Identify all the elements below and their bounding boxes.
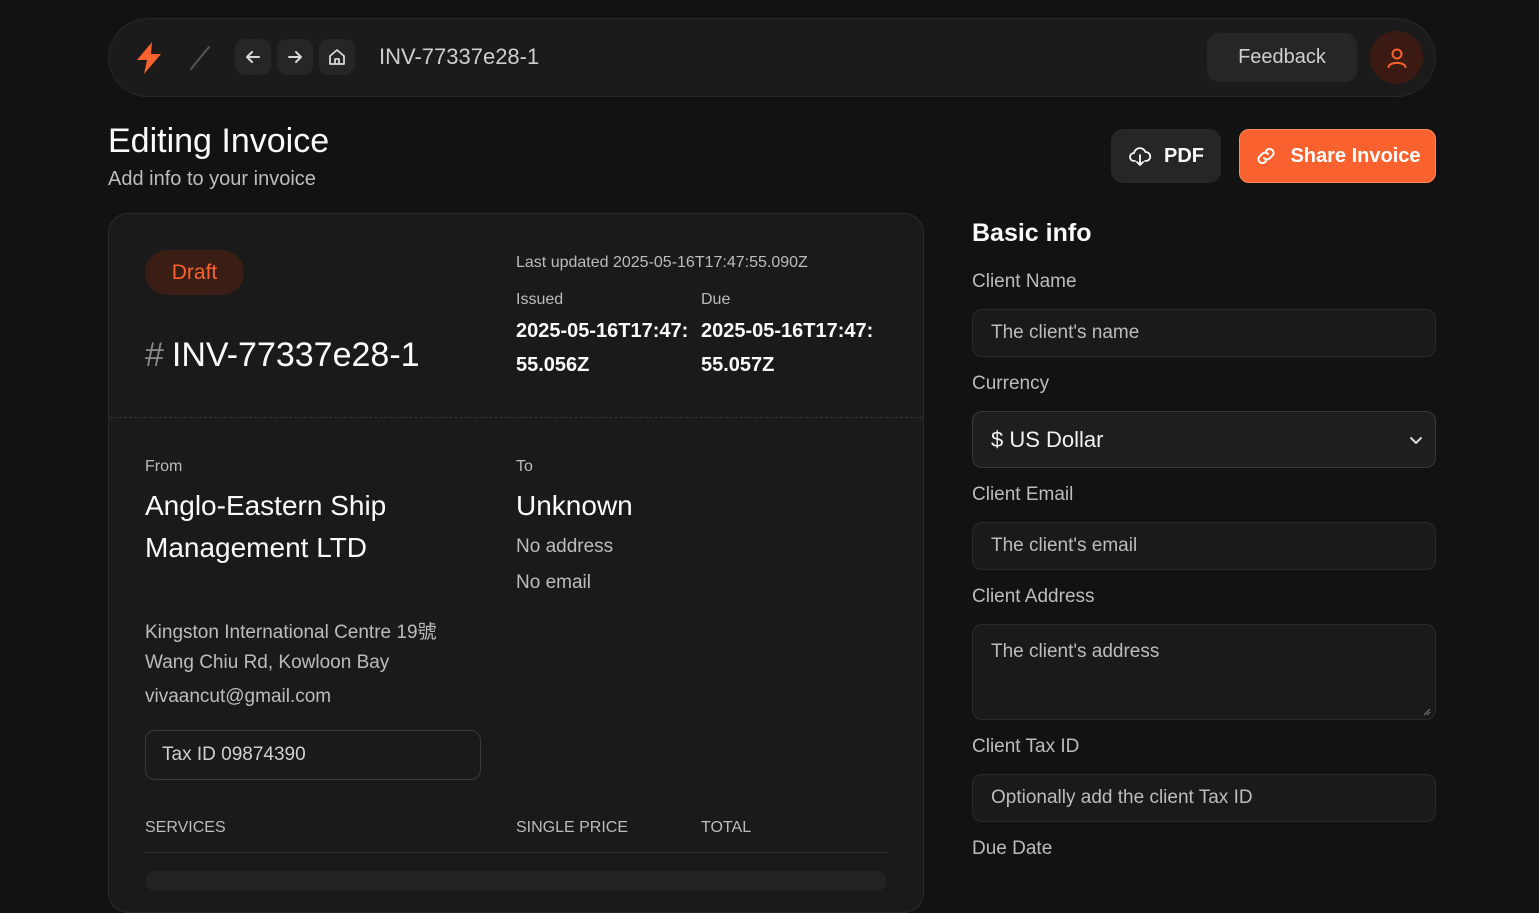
client-address-textarea[interactable]: The client's address <box>972 624 1436 720</box>
sender-email: vivaancut@gmail.com <box>145 686 332 707</box>
last-updated: Last updated 2025-05-16T17:47:55.090Z <box>516 254 808 271</box>
to-label: To <box>516 458 533 475</box>
back-button[interactable] <box>235 39 271 75</box>
client-name-label: Client Name <box>972 271 1077 292</box>
cloud-download-icon <box>1129 147 1152 166</box>
resize-handle-icon[interactable] <box>1421 706 1431 716</box>
client-email-label: Client Email <box>972 484 1074 505</box>
hash-symbol: # <box>145 336 164 374</box>
issued-date: 2025-05-16T17:47:55.056Z <box>516 320 689 376</box>
currency-select[interactable]: $ US Dollar <box>972 411 1436 468</box>
currency-label: Currency <box>972 373 1050 394</box>
issued-label: Issued <box>516 291 564 308</box>
top-navigation-bar: INV-77337e28-1 Feedback <box>108 18 1436 97</box>
from-label: From <box>145 458 183 475</box>
slash-icon <box>190 46 210 70</box>
table-header-rule <box>145 852 887 853</box>
page-title: Editing Invoice <box>108 122 330 160</box>
arrow-left-icon <box>246 51 260 63</box>
recipient-name: Unknown <box>516 490 633 521</box>
pdf-label: PDF <box>1164 144 1204 167</box>
page-subtitle: Add info to your invoice <box>108 168 316 190</box>
sender-address: Kingston International Centre 19號 Wang C… <box>145 622 437 673</box>
status-badge: Draft <box>145 250 244 295</box>
client-address-placeholder: The client's address <box>991 641 1160 662</box>
home-button[interactable] <box>319 39 355 75</box>
breadcrumb: INV-77337e28-1 <box>379 44 540 69</box>
download-pdf-button[interactable]: PDF <box>1111 129 1221 183</box>
sender-tax-id: Tax ID 09874390 <box>145 730 481 780</box>
arrow-right-icon <box>288 51 302 63</box>
client-address-label: Client Address <box>972 586 1095 607</box>
card-divider <box>109 417 923 418</box>
invoice-number-value: INV-77337e28-1 <box>171 336 420 374</box>
client-tax-id-input[interactable]: Optionally add the client Tax ID <box>972 774 1436 822</box>
avatar[interactable] <box>1370 31 1423 84</box>
section-title: Basic info <box>972 219 1092 247</box>
column-header-services: SERVICES <box>145 819 226 836</box>
feedback-button[interactable]: Feedback <box>1207 33 1357 82</box>
user-icon <box>1387 48 1406 68</box>
client-tax-id-label: Client Tax ID <box>972 736 1080 757</box>
chevron-down-icon <box>1410 436 1422 444</box>
due-label: Due <box>701 291 731 308</box>
bolt-icon[interactable] <box>133 41 165 75</box>
column-header-single-price: SINGLE PRICE <box>516 819 629 836</box>
share-invoice-label: Share Invoice <box>1290 144 1421 167</box>
share-invoice-button[interactable]: Share Invoice <box>1239 129 1436 183</box>
column-header-total: TOTAL <box>701 819 752 836</box>
currency-selected-value: $ US Dollar <box>991 426 1104 452</box>
link-icon <box>1257 147 1276 165</box>
forward-button[interactable] <box>277 39 313 75</box>
recipient-email: No email <box>516 572 591 593</box>
table-row <box>145 871 887 891</box>
invoice-number: # INV-77337e28-1 <box>145 336 420 375</box>
due-date: 2025-05-16T17:47:55.057Z <box>701 320 874 376</box>
invoice-preview-card: Draft # INV-77337e28-1 Last updated 2025-… <box>108 213 924 913</box>
sender-name: Anglo-Eastern Ship Management LTD <box>145 490 387 563</box>
home-icon <box>329 49 345 65</box>
due-date-label: Due Date <box>972 838 1053 859</box>
client-email-input[interactable]: The client's email <box>972 522 1436 570</box>
client-name-input[interactable]: The client's name <box>972 309 1436 357</box>
recipient-address: No address <box>516 536 614 557</box>
